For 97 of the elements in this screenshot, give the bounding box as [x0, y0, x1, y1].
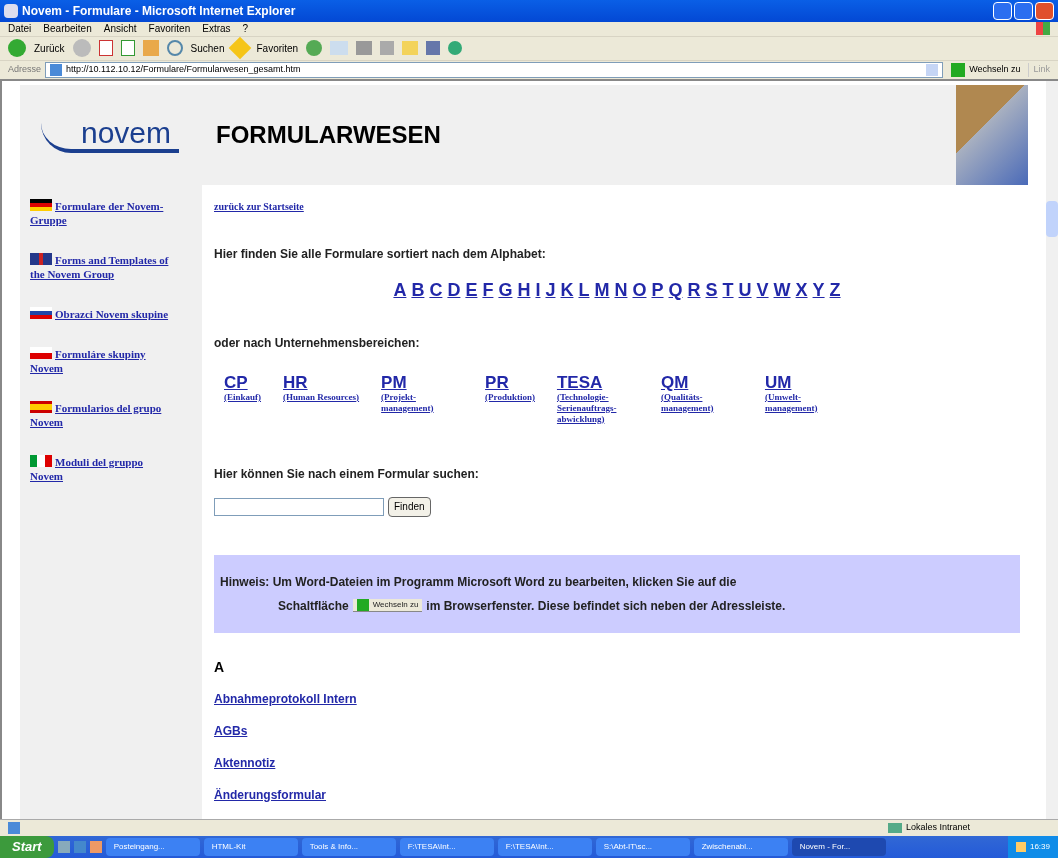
section-letter: A	[214, 657, 226, 677]
menu-item[interactable]: Favoriten	[148, 21, 191, 37]
flag-icon	[30, 306, 52, 319]
letter-link[interactable]: F	[482, 276, 494, 304]
department-code-link[interactable]: UM	[764, 373, 847, 392]
sidebar-link[interactable]: Formuláre skupiny Novem	[30, 346, 178, 375]
departments-intro: oder nach Unternehmensbereichen:	[214, 334, 421, 352]
form-link[interactable]: AGBs	[214, 721, 1020, 740]
letter-link[interactable]: Q	[668, 276, 683, 304]
letter-link[interactable]: M	[594, 276, 610, 304]
sidebar-link[interactable]: Moduli del gruppo Novem	[30, 454, 178, 483]
back-link[interactable]: zurück zur Startseite	[214, 200, 304, 212]
letter-link[interactable]: A	[393, 276, 407, 304]
department-code-link[interactable]: TESA	[556, 373, 639, 392]
search-intro: Hier können Sie nach einem Formular suchen:	[214, 465, 480, 483]
letter-link[interactable]: W	[773, 276, 791, 304]
letter-link[interactable]: V	[756, 276, 769, 304]
hint-text: Hinweis: Um Word-Dateien im Programm Microsoft Word zu bearbeiten, klicken Sie auf die	[220, 573, 738, 591]
department-link[interactable]: (Qualitäts-management)	[660, 391, 743, 414]
sidebar-link[interactable]: Forms and Templates of the Novem Group	[30, 252, 178, 281]
taskbar-button[interactable]: Novem - For...	[791, 838, 886, 857]
page-heading: FORMULARWESEN	[216, 119, 441, 150]
flag-icon	[30, 454, 52, 467]
letter-link[interactable]: Y	[812, 276, 825, 304]
hint-text: Schaltfläche	[278, 597, 349, 615]
scrollbar[interactable]	[1046, 80, 1058, 820]
sidebar-link[interactable]: Formularios del grupo Novem	[30, 400, 178, 429]
taskbar-button[interactable]: S:\Abt-IT\sc...	[595, 838, 690, 857]
taskbar-button[interactable]: Posteingang...	[105, 838, 200, 857]
close-button[interactable]	[1035, 1, 1054, 20]
letter-link[interactable]: G	[498, 276, 513, 304]
letter-link[interactable]: D	[447, 276, 461, 304]
letter-link[interactable]: C	[429, 276, 443, 304]
go-button[interactable]: Wechseln zu	[352, 599, 423, 613]
taskbar-button[interactable]: F:\TESA\Int...	[497, 838, 592, 857]
form-link[interactable]: Änderungsformular	[214, 785, 1020, 804]
letter-link[interactable]: T	[722, 276, 734, 304]
back-button-label[interactable]: Zurück	[34, 40, 65, 56]
letter-link[interactable]: L	[578, 276, 590, 304]
logo: novem	[40, 116, 179, 153]
restore-button[interactable]	[1014, 1, 1033, 20]
find-button[interactable]: Finden	[388, 496, 431, 517]
department-link[interactable]: (Technologie-Serienauftrags-abwicklung)	[556, 391, 639, 425]
letter-link[interactable]: Z	[829, 276, 841, 304]
department-link[interactable]: (Produktion)	[485, 391, 535, 403]
minimize-button[interactable]	[993, 1, 1012, 20]
flag-icon	[30, 346, 52, 359]
menu-item[interactable]: ?	[242, 21, 249, 37]
address-label: Adresse	[8, 63, 42, 77]
letter-link[interactable]: K	[560, 276, 574, 304]
letter-link[interactable]: R	[687, 276, 701, 304]
taskbar-button[interactable]: F:\TESA\Int...	[399, 838, 494, 857]
department-link[interactable]: (Umwelt-management)	[764, 391, 847, 414]
security-zone: Lokales Intranet	[887, 821, 970, 835]
department-code-link[interactable]: PM	[381, 373, 464, 392]
clock: 16:39	[1029, 841, 1050, 854]
start-button[interactable]: Start	[0, 836, 54, 858]
menu-item[interactable]: Ansicht	[103, 21, 137, 37]
letter-link[interactable]: I	[535, 276, 541, 304]
window-title: Novem - Formulare - Microsoft Internet Explorer	[22, 2, 296, 20]
flag-icon	[30, 198, 52, 211]
menu-item[interactable]: Datei	[8, 21, 32, 37]
letter-link[interactable]: J	[545, 276, 556, 304]
letter-link[interactable]: S	[705, 276, 718, 304]
letter-link[interactable]: N	[614, 276, 628, 304]
letter-link[interactable]: E	[465, 276, 478, 304]
department-code-link[interactable]: QM	[660, 373, 743, 392]
alphabet-intro: Hier finden Sie alle Formulare sortiert nach dem Alphabet:	[214, 245, 547, 263]
department-link[interactable]: (Einkauf)	[224, 391, 261, 403]
letter-link[interactable]: O	[632, 276, 647, 304]
menu-item[interactable]: Bearbeiten	[43, 21, 92, 37]
taskbar-button[interactable]: HTML-Kit	[203, 838, 298, 857]
sidebar-link[interactable]: Obrazci Novem skupine	[30, 306, 178, 321]
department-link[interactable]: (Projekt-management)	[381, 391, 464, 414]
letter-link[interactable]: B	[411, 276, 425, 304]
department-code-link[interactable]: HR	[283, 373, 360, 392]
go-button[interactable]: Wechseln zu	[947, 62, 1025, 77]
form-link[interactable]: Aktennotiz	[214, 753, 1020, 772]
search-button-label[interactable]: Suchen	[190, 40, 225, 56]
department-code-link[interactable]: CP	[224, 373, 261, 392]
sidebar-link[interactable]: Formulare der Novem-Gruppe	[30, 198, 178, 227]
letter-link[interactable]: U	[738, 276, 752, 304]
flag-icon	[30, 252, 52, 265]
letter-link[interactable]: X	[795, 276, 808, 304]
letter-link[interactable]: H	[517, 276, 531, 304]
hint-text: im Browserfenster. Diese befindet sich neben der Adressleiste.	[426, 597, 786, 615]
department-code-link[interactable]: PR	[485, 373, 535, 392]
department-link[interactable]: (Human Resources)	[283, 391, 360, 403]
flag-icon	[30, 400, 52, 413]
search-field[interactable]	[214, 497, 384, 516]
taskbar-button[interactable]: Zwischenabl...	[693, 838, 788, 857]
address-field[interactable]: http://10.112.10.12/Formulare/Formularwesen_gesamt.htm	[45, 61, 944, 78]
favorites-button-label[interactable]: Favoriten	[256, 40, 299, 56]
menu-item[interactable]: Extras	[202, 21, 231, 37]
form-link[interactable]: Abnahmeprotokoll Intern	[214, 689, 1020, 708]
letter-link[interactable]: P	[651, 276, 664, 304]
taskbar-button[interactable]: Tools & Info...	[301, 838, 396, 857]
